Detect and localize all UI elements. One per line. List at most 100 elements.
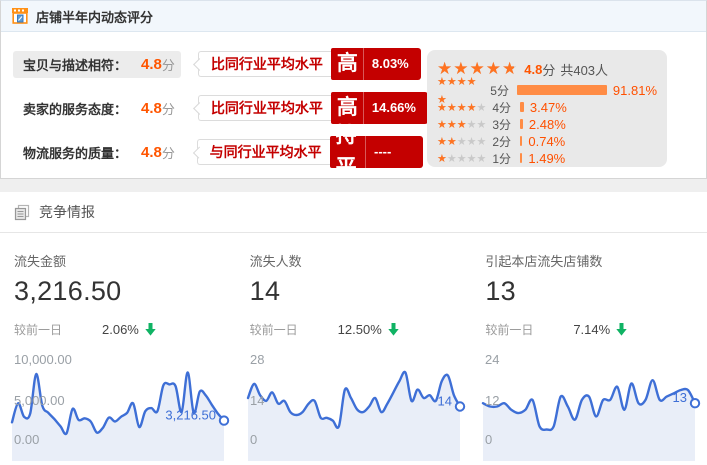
trend-down-arrow-icon (145, 323, 156, 336)
svg-text:12: 12 (485, 393, 499, 408)
svg-text:0: 0 (250, 432, 257, 447)
rating-label: 卖家的服务态度： (23, 99, 135, 118)
svg-text:13: 13 (673, 390, 687, 405)
compare-text: 比同行业平均水平 (198, 51, 331, 77)
breakdown-star-icons: ★★★★★★★ (437, 132, 486, 150)
compare-period-label: 较前一日 (14, 321, 102, 338)
metric-name: 引起本店流失店铺数 (485, 251, 707, 270)
metrics-grid: 流失金额 3,216.50 较前一日 2.06% 10,000.00 5,000.… (0, 233, 707, 461)
storefront-icon (11, 7, 29, 25)
compare-text: 与同行业平均水平 (197, 139, 330, 165)
ratings-panel-header: 店铺半年内动态评分 (1, 1, 706, 32)
breakdown-star-icons: ★★★★★★★★ (437, 115, 486, 133)
rating-score-unit: 分 (162, 55, 175, 74)
competition-title: 竞争情报 (39, 202, 95, 222)
summary-score: 4.8 (524, 62, 542, 77)
rating-row-logistics[interactable]: 物流服务的质量： 4.8 分 与同行业平均水平 持平 ---- (13, 130, 423, 174)
compare-bubble: 与同行业平均水平 持平 ---- (195, 136, 423, 168)
rating-score-unit: 分 (162, 99, 175, 118)
compare-period-label: 较前一日 (250, 321, 338, 338)
lost-amount-chart[interactable]: 10,000.00 5,000.00 0.00 3,216.50 (8, 349, 236, 461)
svg-text:14: 14 (250, 393, 264, 408)
svg-text:28: 28 (250, 352, 264, 367)
trend-down-arrow-icon (616, 323, 627, 336)
breakdown-percent: 91.81% (613, 83, 657, 98)
verdict-text: 持平 (330, 120, 365, 184)
trend-down-arrow-icon (388, 323, 399, 336)
rating-score-unit: 分 (162, 143, 175, 162)
breakdown-row: ★★★★★★ 1分 1.49% (437, 151, 657, 165)
rating-label: 物流服务的质量： (23, 143, 135, 162)
compare-verdict-block: 持平 ---- (330, 136, 423, 168)
rating-score: 4.8 (141, 56, 162, 73)
verdict-percent: 14.66% (363, 92, 428, 124)
compare-text: 比同行业平均水平 (198, 95, 331, 121)
compare-bubble: 比同行业平均水平 高 8.03% (195, 48, 421, 80)
ratings-panel: 店铺半年内动态评分 宝贝与描述相符： 4.8 分 比同行业平均水平 高 8 (0, 0, 707, 179)
breakdown-bar (520, 153, 522, 163)
svg-text:14: 14 (437, 394, 451, 409)
metric-compare-row: 较前一日 12.50% (250, 321, 472, 337)
breakdown-percent: 2.48% (529, 117, 566, 132)
breakdown-bar (517, 85, 607, 95)
copy-report-icon (14, 204, 31, 221)
breakdown-bar (520, 136, 522, 146)
breakdown-percent: 0.74% (528, 134, 565, 149)
breakdown-percent: 3.47% (530, 100, 567, 115)
rating-row-description[interactable]: 宝贝与描述相符： 4.8 分 比同行业平均水平 高 8.03% (13, 42, 423, 86)
change-percent: 2.06% (102, 322, 139, 337)
breakdown-row: ★★★★★★★★★★5分91.81% (437, 83, 657, 97)
verdict-text: 高 (331, 48, 363, 80)
breakdown-label: 2分 (492, 133, 516, 150)
verdict-percent: ---- (365, 136, 423, 168)
competing-shops-chart[interactable]: 24 12 0 13 (479, 349, 707, 461)
star-summary-panel: ★★★★★★★★★★ 4.8 分 共403人 ★★★★★★★★★★5分91.81… (427, 50, 667, 167)
summary-rater-count: 共403人 (560, 60, 608, 79)
change-percent: 7.14% (573, 322, 610, 337)
breakdown-star-icons: ★★★★★★ (437, 149, 486, 167)
svg-text:3,216.50: 3,216.50 (165, 408, 216, 423)
compare-verdict-block: 高 8.03% (331, 48, 421, 80)
svg-text:5,000.00: 5,000.00 (14, 393, 65, 408)
rating-row-highlight: 物流服务的质量： 4.8 分 (13, 139, 181, 166)
metric-competing-shops: 引起本店流失店铺数 13 较前一日 7.14% 24 12 0 13 (471, 251, 707, 461)
metric-compare-row: 较前一日 2.06% (14, 321, 236, 337)
rating-rows: 宝贝与描述相符： 4.8 分 比同行业平均水平 高 8.03% (1, 42, 423, 174)
breakdown-label: 3分 (492, 116, 516, 133)
breakdown-label: 1分 (492, 150, 516, 167)
competition-panel: 竞争情报 流失金额 3,216.50 较前一日 2.06% 10,000.00 5… (0, 192, 707, 465)
svg-text:10,000.00: 10,000.00 (14, 352, 72, 367)
lost-visitors-chart[interactable]: 28 14 0 14 (244, 349, 472, 461)
metric-value: 13 (485, 276, 707, 307)
svg-text:0: 0 (485, 432, 492, 447)
rating-score: 4.8 (141, 100, 162, 117)
summary-score-unit: 分 (542, 60, 555, 79)
rating-breakdown: ★★★★★★★★★★5分91.81%★★★★★★★★★4分3.47%★★★★★★… (437, 83, 657, 165)
ratings-body: 宝贝与描述相符： 4.8 分 比同行业平均水平 高 8.03% (1, 32, 706, 174)
breakdown-bar (520, 119, 523, 129)
rating-label: 宝贝与描述相符： (23, 55, 135, 74)
verdict-percent: 8.03% (363, 48, 421, 80)
rating-score: 4.8 (141, 144, 162, 161)
svg-text:0.00: 0.00 (14, 432, 39, 447)
seller-dashboard: 店铺半年内动态评分 宝贝与描述相符： 4.8 分 比同行业平均水平 高 8 (0, 0, 707, 465)
svg-text:24: 24 (485, 352, 499, 367)
compare-bubble: 比同行业平均水平 高 14.66% (195, 92, 428, 124)
metric-lost-amount: 流失金额 3,216.50 较前一日 2.06% 10,000.00 5,000.… (0, 251, 236, 461)
change-percent: 12.50% (338, 322, 382, 337)
ratings-panel-title: 店铺半年内动态评分 (36, 7, 153, 26)
breakdown-percent: 1.49% (528, 151, 565, 166)
compare-period-label: 较前一日 (485, 321, 573, 338)
breakdown-bar (520, 102, 524, 112)
breakdown-label: 4分 (492, 99, 516, 116)
metric-name: 流失人数 (250, 251, 472, 270)
rating-row-highlight: 卖家的服务态度： 4.8 分 (13, 95, 181, 122)
competition-header: 竞争情报 (0, 192, 707, 233)
breakdown-row: ★★★★★★★★★4分3.47% (437, 100, 657, 114)
metric-value: 3,216.50 (14, 276, 236, 307)
metric-lost-visitors: 流失人数 14 较前一日 12.50% 28 14 0 14 (236, 251, 472, 461)
rating-row-highlight: 宝贝与描述相符： 4.8 分 (13, 51, 181, 78)
breakdown-row: ★★★★★★★ 2分 0.74% (437, 134, 657, 148)
breakdown-row: ★★★★★★★★ 3分 2.48% (437, 117, 657, 131)
metric-name: 流失金额 (14, 251, 236, 270)
